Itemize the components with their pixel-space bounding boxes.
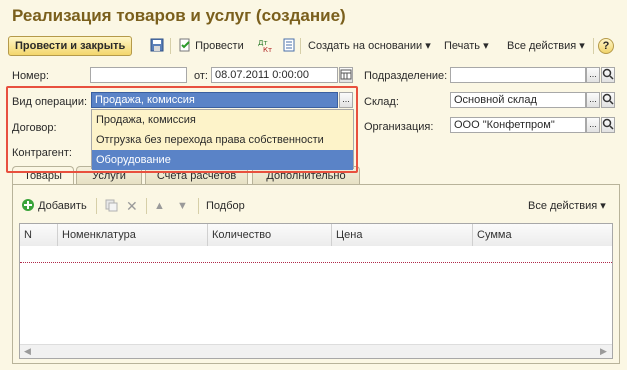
division-field[interactable] bbox=[450, 67, 586, 83]
move-down-button[interactable]: ▼ bbox=[177, 198, 188, 214]
table-all-actions-label: Все действия bbox=[528, 200, 598, 212]
toolbar-separator bbox=[146, 198, 147, 214]
chevron-down-icon: ▾ bbox=[579, 40, 585, 52]
search-icon bbox=[602, 118, 614, 130]
all-actions-menu[interactable]: Все действия ▾ bbox=[507, 38, 585, 54]
date-field[interactable]: 08.07.2011 0:00:00 bbox=[211, 67, 338, 83]
post-button[interactable]: Провести bbox=[178, 38, 244, 54]
svg-text:Кт: Кт bbox=[263, 46, 272, 52]
document-icon bbox=[283, 38, 295, 52]
post-and-close-button[interactable]: Провести и закрыть bbox=[8, 36, 133, 56]
create-based-on-menu[interactable]: Создать на основании ▾ bbox=[308, 38, 431, 54]
warehouse-open-button[interactable] bbox=[601, 92, 615, 108]
move-up-button[interactable]: ▲ bbox=[154, 198, 165, 214]
all-actions-label: Все действия bbox=[507, 40, 577, 52]
copy-row-button[interactable] bbox=[104, 198, 118, 214]
organization-select-button[interactable]: ... bbox=[586, 117, 600, 133]
chevron-down-icon: ▾ bbox=[483, 40, 489, 52]
column-header-nomenclature[interactable]: Номенклатура bbox=[58, 224, 208, 246]
goods-table[interactable]: N Номенклатура Количество Цена Сумма ◀ ▶ bbox=[19, 223, 613, 359]
post-button-label: Провести bbox=[195, 40, 244, 52]
print-label: Печать bbox=[444, 40, 481, 52]
table-row-divider bbox=[20, 262, 612, 263]
add-icon bbox=[22, 199, 34, 211]
search-icon bbox=[602, 93, 614, 105]
date-from-label: от: bbox=[194, 70, 208, 82]
division-label: Подразделение: bbox=[364, 70, 448, 82]
chevron-down-icon: ▾ bbox=[425, 40, 431, 52]
document-button[interactable] bbox=[282, 38, 296, 54]
help-button[interactable]: ? bbox=[598, 38, 614, 54]
window-title: Реализация товаров и услуг (создание) bbox=[12, 6, 346, 25]
organization-label: Организация: bbox=[364, 121, 434, 133]
main-toolbar: Провести и закрыть Провести Дт Кт Создать… bbox=[8, 36, 620, 56]
warehouse-select-button[interactable]: ... bbox=[586, 92, 600, 108]
scroll-left-icon[interactable]: ◀ bbox=[24, 345, 31, 358]
toolbar-separator bbox=[300, 38, 301, 54]
chevron-down-icon: ▾ bbox=[600, 200, 606, 212]
operation-dropdown-list[interactable]: Продажа, комиссия Отгрузка без перехода … bbox=[91, 109, 354, 170]
debit-credit-icon: ДтКт bbox=[258, 39, 272, 52]
save-button[interactable] bbox=[150, 38, 164, 54]
dropdown-option[interactable]: Продажа, комиссия bbox=[92, 110, 353, 130]
column-header-sum[interactable]: Сумма bbox=[473, 224, 612, 246]
calendar-icon bbox=[340, 69, 352, 80]
horizontal-scrollbar[interactable]: ◀ ▶ bbox=[20, 344, 612, 358]
operation-select-button[interactable]: ... bbox=[339, 92, 353, 108]
arrow-down-icon: ▼ bbox=[177, 200, 188, 212]
division-select-button[interactable]: ... bbox=[586, 67, 600, 83]
table-all-actions-menu[interactable]: Все действия ▾ bbox=[528, 198, 606, 214]
arrow-up-icon: ▲ bbox=[154, 200, 165, 212]
selection-button[interactable]: Подбор bbox=[206, 198, 245, 214]
calendar-button[interactable] bbox=[339, 67, 353, 83]
print-menu[interactable]: Печать ▾ bbox=[444, 38, 489, 54]
dt-kt-button[interactable]: Дт Кт bbox=[258, 38, 272, 54]
toolbar-separator bbox=[170, 38, 171, 54]
column-header-n[interactable]: N bbox=[20, 224, 58, 246]
toolbar-separator bbox=[96, 198, 97, 214]
post-document-icon bbox=[179, 38, 190, 52]
warehouse-label: Склад: bbox=[364, 96, 399, 108]
add-label: Добавить bbox=[38, 200, 87, 212]
scroll-right-icon[interactable]: ▶ bbox=[600, 345, 607, 358]
tab-goods[interactable]: Товары bbox=[12, 166, 74, 186]
copy-icon bbox=[105, 199, 118, 212]
dropdown-option[interactable]: Отгрузка без перехода права собственност… bbox=[92, 130, 353, 150]
create-based-on-label: Создать на основании bbox=[308, 40, 423, 52]
warehouse-field[interactable]: Основной склад bbox=[450, 92, 586, 108]
number-label: Номер: bbox=[12, 70, 49, 82]
toolbar-separator bbox=[593, 38, 594, 54]
column-header-quantity[interactable]: Количество bbox=[208, 224, 332, 246]
counterparty-label: Контрагент: bbox=[12, 147, 72, 159]
toolbar-separator bbox=[198, 198, 199, 214]
operation-label: Вид операции: bbox=[12, 96, 88, 108]
add-button[interactable]: Добавить bbox=[21, 198, 87, 214]
division-open-button[interactable] bbox=[601, 67, 615, 83]
search-icon bbox=[602, 68, 614, 80]
contract-label: Договор: bbox=[12, 122, 57, 134]
close-icon: ✕ bbox=[126, 198, 138, 214]
delete-row-button[interactable]: ✕ bbox=[126, 198, 138, 214]
organization-open-button[interactable] bbox=[601, 117, 615, 133]
organization-field[interactable]: ООО "Конфетпром" bbox=[450, 117, 586, 133]
number-field[interactable] bbox=[90, 67, 187, 83]
save-icon bbox=[150, 38, 164, 52]
column-header-price[interactable]: Цена bbox=[332, 224, 473, 246]
operation-field[interactable]: Продажа, комиссия bbox=[91, 92, 338, 108]
dropdown-option-selected[interactable]: Оборудование bbox=[92, 150, 353, 170]
